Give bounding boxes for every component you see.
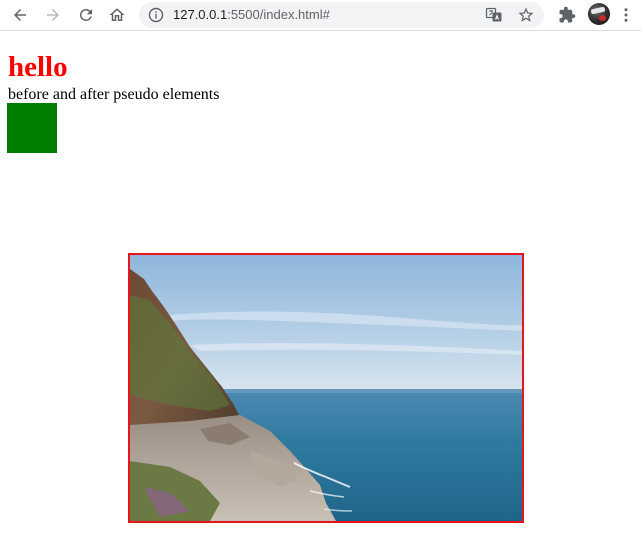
url-text[interactable]: 127.0.0.1:5500/index.html# — [173, 7, 330, 23]
puzzle-icon[interactable] — [555, 3, 579, 27]
home-icon[interactable] — [105, 3, 129, 27]
avatar[interactable] — [588, 3, 610, 25]
page-viewport: hello before and after pseudo elements — [0, 32, 641, 540]
coastal-cliff-photo — [128, 253, 524, 523]
forward-arrow-icon[interactable] — [41, 3, 65, 27]
url-host: 127.0.0.1 — [173, 7, 228, 22]
page-heading: hello — [8, 51, 68, 83]
page-subtext: before and after pseudo elements — [8, 86, 220, 103]
address-bar[interactable]: 127.0.0.1:5500/index.html# — [139, 2, 544, 28]
green-box — [7, 103, 57, 153]
url-path: :5500/index.html# — [227, 7, 330, 22]
coastal-cliff-photo-art — [130, 255, 522, 521]
info-icon[interactable] — [148, 7, 164, 23]
back-arrow-icon[interactable] — [8, 3, 32, 27]
more-menu-icon[interactable] — [614, 3, 638, 27]
reload-icon[interactable] — [74, 3, 98, 27]
browser-toolbar: 127.0.0.1:5500/index.html# — [0, 0, 641, 31]
star-icon[interactable] — [517, 6, 535, 24]
translate-icon[interactable] — [485, 6, 503, 24]
